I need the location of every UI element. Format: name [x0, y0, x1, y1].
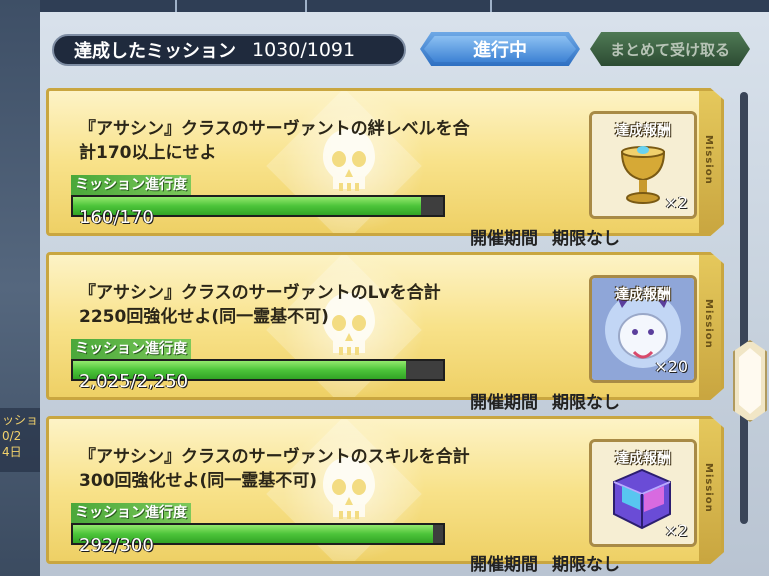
background-left-strip: ッション 0/2 4日: [0, 0, 40, 576]
period-value: 期限なし: [552, 229, 620, 249]
scrollbar-thumb[interactable]: [733, 340, 767, 422]
progress-label: ミッション進行度: [71, 175, 191, 195]
mission-3-period: 開催期間 期限なし: [470, 550, 620, 575]
mission-1-period: 開催期間 期限なし: [470, 224, 620, 249]
reward-box[interactable]: 達成報酬 ×2: [589, 111, 697, 219]
mission-title: 『アサシン』クラスのサーヴァントのスキルを合計 300回強化せよ(同一霊基不可): [79, 447, 470, 491]
achieved-missions-counter: 達成したミッション 1030/1091: [52, 34, 406, 66]
reward-box[interactable]: 達成報酬 ×20: [589, 275, 697, 383]
period-value: 期限なし: [552, 555, 620, 575]
reward-quantity: ×2: [664, 521, 688, 540]
receive-all-label: まとめて受け取る: [609, 40, 730, 59]
reward-label: 達成報酬: [615, 287, 671, 303]
period-value: 期限なし: [552, 393, 620, 413]
receive-all-button[interactable]: まとめて受け取る: [590, 32, 750, 66]
tab-in-progress-label: 進行中: [473, 40, 527, 61]
mission-title: 『アサシン』クラスのサーヴァントの絆レベルを合 計170以上にせよ: [79, 119, 470, 163]
progress-value: 2,025/2,250: [79, 371, 189, 392]
progress-label: ミッション進行度: [71, 503, 191, 523]
mission-side-tab: Mission: [699, 91, 721, 233]
mission-card-1[interactable]: 『アサシン』クラスのサーヴァントの絆レベルを合 計170以上にせよ ミッション進…: [46, 88, 724, 236]
scrollbar-track[interactable]: [740, 92, 748, 524]
progress-value: 160/170: [79, 207, 154, 228]
reward-label: 達成報酬: [615, 123, 671, 139]
achieved-missions-label: 達成したミッション: [74, 41, 236, 62]
mission-title: 『アサシン』クラスのサーヴァントのLvを合計 2250回強化せよ(同一霊基不可): [79, 283, 441, 327]
period-label: 開催期間: [470, 555, 538, 575]
mission-card-2[interactable]: 『アサシン』クラスのサーヴァントのLvを合計 2250回強化せよ(同一霊基不可)…: [46, 252, 724, 400]
progress-value: 292/300: [79, 535, 154, 556]
period-label: 開催期間: [470, 229, 538, 249]
reward-label: 達成報酬: [615, 451, 671, 467]
mission-card-3[interactable]: 『アサシン』クラスのサーヴァントのスキルを合計 300回強化せよ(同一霊基不可)…: [46, 416, 724, 564]
mission-2-period: 開催期間 期限なし: [470, 388, 620, 413]
reward-quantity: ×20: [654, 357, 688, 376]
achieved-missions-count: 1030/1091: [252, 39, 356, 61]
progress-label: ミッション進行度: [71, 339, 191, 359]
top-frame: [40, 0, 769, 12]
background-peek-text: ッション 0/2 4日: [0, 408, 40, 472]
period-label: 開催期間: [470, 393, 538, 413]
tab-in-progress[interactable]: 進行中: [420, 32, 580, 66]
mission-side-tab: Mission: [699, 419, 721, 561]
mission-side-tab: Mission: [699, 255, 721, 397]
reward-quantity: ×2: [664, 193, 688, 212]
reward-box[interactable]: 達成報酬 ×2: [589, 439, 697, 547]
